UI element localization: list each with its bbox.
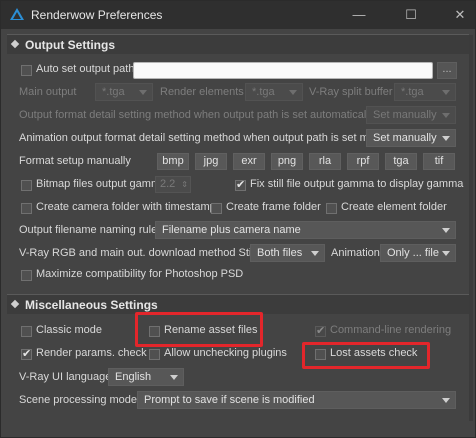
fix-still-gamma-checkbox[interactable] bbox=[235, 178, 246, 191]
download-still-dropdown[interactable]: Both files bbox=[250, 244, 325, 262]
format-exr-button[interactable]: exr bbox=[233, 153, 265, 170]
format-jpg-button[interactable]: jpg bbox=[195, 153, 227, 170]
chevron-down-icon bbox=[311, 251, 319, 256]
create-camera-folder-checkbox[interactable] bbox=[21, 203, 32, 214]
format-rla-button[interactable]: rla bbox=[309, 153, 341, 170]
main-output-dropdown[interactable]: *.tga bbox=[95, 83, 153, 101]
bitmap-gamma-spinner[interactable]: 2.2 ⇕ bbox=[155, 176, 191, 193]
output-settings-panel: Auto set output path ... Main output *.t… bbox=[7, 54, 469, 291]
chevron-down-icon bbox=[442, 228, 450, 233]
create-element-folder-checkbox[interactable] bbox=[326, 203, 337, 214]
format-setup-label: Format setup manually bbox=[19, 155, 131, 167]
chevron-down-icon bbox=[442, 398, 450, 403]
animation-label: Animation bbox=[331, 247, 380, 259]
ui-language-dropdown[interactable]: English bbox=[108, 368, 184, 386]
classic-mode-label: Classic mode bbox=[36, 324, 103, 336]
maximize-photoshop-checkbox[interactable] bbox=[21, 270, 32, 281]
bitmap-gamma-checkbox[interactable] bbox=[21, 180, 32, 191]
chevron-down-icon bbox=[442, 113, 450, 118]
browse-button[interactable]: ... bbox=[437, 62, 457, 79]
format-bmp-button[interactable]: bmp bbox=[157, 153, 189, 170]
bitmap-gamma-label: Bitmap files output gamma bbox=[36, 178, 167, 190]
chevron-down-icon bbox=[170, 375, 178, 380]
classic-mode-checkbox[interactable] bbox=[21, 326, 32, 337]
maximize-button[interactable]: ☐ bbox=[398, 5, 424, 25]
scene-processing-label: Scene processing modes bbox=[19, 394, 143, 406]
format-tga-button[interactable]: tga bbox=[385, 153, 417, 170]
format-rpf-button[interactable]: rpf bbox=[347, 153, 379, 170]
preferences-window: Renderwow Preferences — ☐ ✕ Output Setti… bbox=[0, 0, 476, 438]
allow-unchecking-plugins-label: Allow unchecking plugins bbox=[164, 347, 287, 359]
chevron-down-icon bbox=[289, 90, 297, 95]
download-method-label: V-Ray RGB and main out. download method … bbox=[19, 247, 257, 259]
chevron-down-icon bbox=[442, 136, 450, 141]
download-animation-dropdown[interactable]: Only ... file bbox=[380, 244, 456, 262]
close-button[interactable]: ✕ bbox=[447, 5, 473, 25]
output-format-auto-label: Output format detail setting method when… bbox=[19, 109, 375, 121]
render-elements-label: Render elements bbox=[160, 86, 244, 98]
collapse-icon bbox=[10, 39, 20, 49]
animation-output-manual-label: Animation output format detail setting m… bbox=[19, 132, 396, 144]
output-format-auto-dropdown[interactable]: Set manually bbox=[366, 106, 456, 124]
highlight-rename-asset-files bbox=[135, 312, 263, 347]
highlight-lost-assets-check bbox=[302, 342, 430, 369]
create-frame-folder-checkbox[interactable] bbox=[211, 203, 222, 214]
output-path-input[interactable] bbox=[133, 62, 433, 79]
format-tif-button[interactable]: tif bbox=[423, 153, 455, 170]
chevron-down-icon bbox=[442, 90, 450, 95]
maximize-photoshop-label: Maximize compatibility for Photoshop PSD bbox=[36, 268, 244, 280]
scrollbar[interactable] bbox=[469, 35, 473, 421]
command-line-rendering-checkbox[interactable] bbox=[315, 324, 326, 337]
chevron-down-icon bbox=[442, 251, 450, 256]
auto-set-output-path-label: Auto set output path bbox=[36, 63, 135, 75]
scene-processing-dropdown[interactable]: Prompt to save if scene is modified bbox=[137, 391, 456, 409]
create-camera-folder-label: Create camera folder with timestamp bbox=[36, 201, 216, 213]
render-elements-dropdown[interactable]: *.tga bbox=[245, 83, 303, 101]
chevron-down-icon bbox=[139, 90, 147, 95]
command-line-rendering-label: Command-line rendering bbox=[330, 324, 452, 336]
create-element-folder-label: Create element folder bbox=[341, 201, 447, 213]
ui-language-label: V-Ray UI language bbox=[19, 371, 112, 383]
collapse-icon bbox=[10, 299, 20, 309]
misc-settings-header[interactable]: Miscellaneous Settings bbox=[7, 294, 469, 314]
naming-rule-label: Output filename naming rule bbox=[19, 224, 158, 236]
main-output-label: Main output bbox=[19, 86, 77, 98]
auto-set-output-path-checkbox[interactable] bbox=[21, 65, 32, 76]
app-logo-icon bbox=[10, 8, 24, 20]
misc-settings-title: Miscellaneous Settings bbox=[25, 298, 158, 312]
output-settings-title: Output Settings bbox=[25, 38, 115, 52]
render-params-check-label: Render params. check bbox=[36, 347, 147, 359]
vray-split-buffer-dropdown[interactable]: *.tga bbox=[394, 83, 456, 101]
render-params-check-checkbox[interactable] bbox=[21, 347, 32, 360]
title-bar: Renderwow Preferences — ☐ ✕ bbox=[1, 1, 475, 29]
allow-unchecking-plugins-checkbox[interactable] bbox=[149, 349, 160, 360]
minimize-button[interactable]: — bbox=[346, 5, 372, 25]
output-settings-header[interactable]: Output Settings bbox=[7, 34, 469, 54]
create-frame-folder-label: Create frame folder bbox=[226, 201, 321, 213]
naming-rule-dropdown[interactable]: Filename plus camera name bbox=[155, 221, 456, 239]
fix-still-gamma-label: Fix still file output gamma to display g… bbox=[250, 178, 464, 190]
animation-output-manual-dropdown[interactable]: Set manually bbox=[366, 129, 456, 147]
format-png-button[interactable]: png bbox=[271, 153, 303, 170]
window-title: Renderwow Preferences bbox=[31, 8, 163, 22]
vray-split-buffer-label: V-Ray split buffer bbox=[309, 86, 393, 98]
